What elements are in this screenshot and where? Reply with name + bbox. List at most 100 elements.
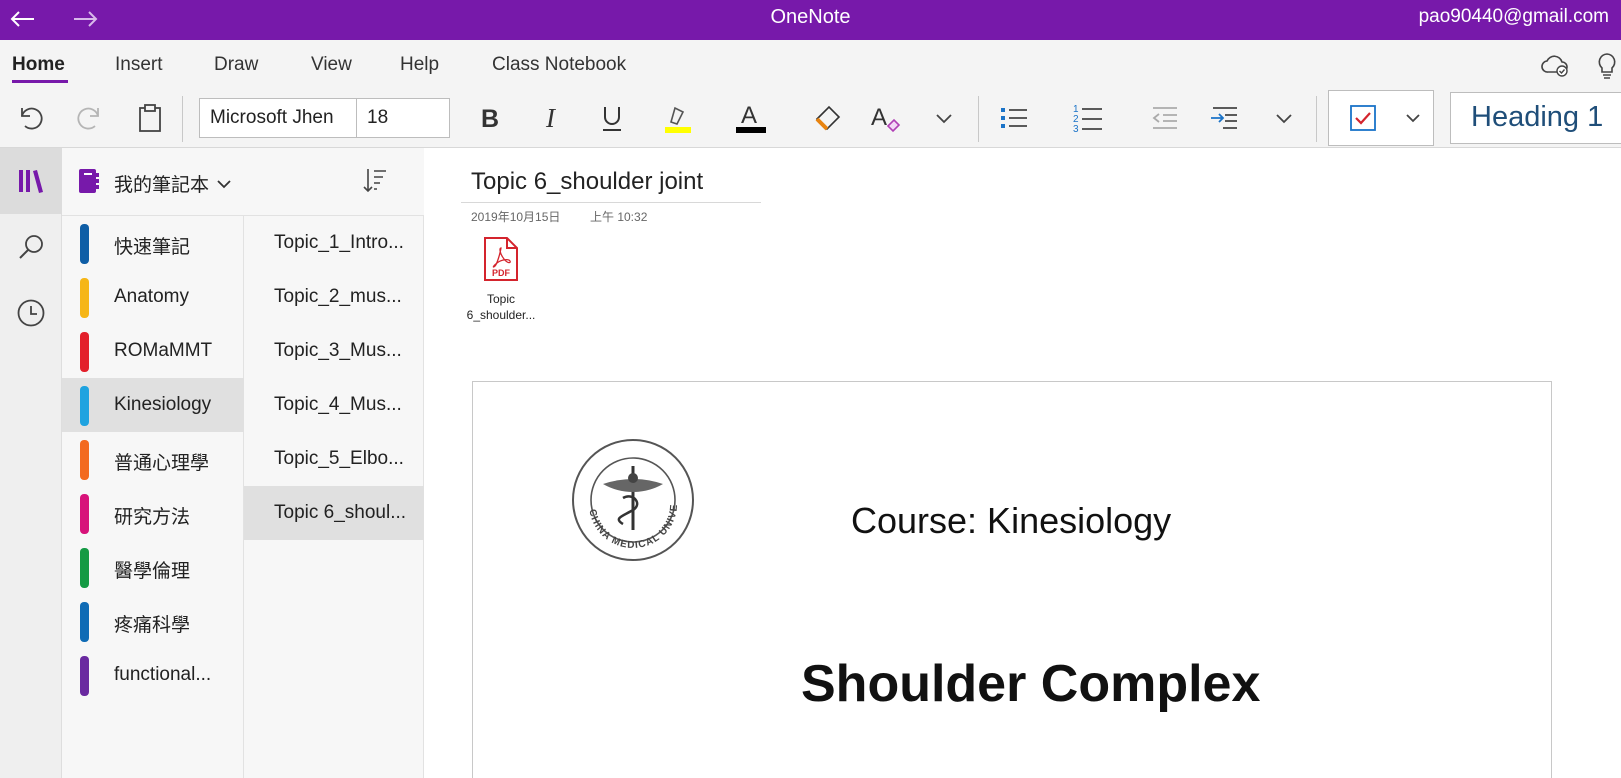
tab-draw[interactable]: Draw	[214, 54, 258, 76]
highlighter-icon	[665, 106, 691, 133]
numbered-list-icon: 123	[1073, 104, 1102, 134]
page-item[interactable]: Topic_4_Mus...	[244, 378, 424, 432]
page-date: 2019年10月15日	[471, 210, 561, 224]
clear-formatting-button[interactable]: A	[866, 98, 906, 138]
more-paragraph-options-button[interactable]	[1266, 98, 1302, 138]
section-label: 研究方法	[114, 507, 191, 528]
page-item[interactable]: Topic_3_Mus...	[244, 324, 424, 378]
decrease-indent-button[interactable]	[1144, 98, 1184, 138]
section-item[interactable]: ROMaMMT	[62, 324, 244, 378]
redo-button[interactable]	[70, 98, 110, 138]
sort-button[interactable]	[362, 166, 388, 199]
underline-icon	[603, 107, 621, 131]
search-icon	[19, 235, 43, 259]
paste-button[interactable]	[130, 98, 170, 138]
clock-icon	[17, 299, 45, 327]
home-toolbar: Microsoft Jhen 18 B I A A 123 Heading 1	[0, 88, 1621, 148]
chevron-down-icon	[1406, 114, 1420, 123]
svg-text:I: I	[545, 104, 557, 132]
sync-status-button[interactable]	[1540, 52, 1570, 83]
pdf-attachment[interactable]: PDF Topic 6_shoulder...	[461, 236, 541, 323]
chevron-down-icon	[1276, 114, 1292, 124]
section-label: 醫學倫理	[114, 561, 191, 582]
notebooks-icon	[19, 170, 43, 193]
format-painter-button[interactable]	[808, 98, 848, 138]
pdf-slide-printout: CHINA MEDICAL UNIVERSITY Course: Kinesio…	[472, 381, 1552, 778]
section-item[interactable]: 研究方法	[62, 486, 244, 540]
svg-text:A: A	[871, 104, 887, 131]
notebook-name: 我的筆記本	[114, 175, 210, 196]
page-label: Topic_5_Elbo...	[274, 448, 404, 469]
section-label: Anatomy	[114, 286, 189, 307]
numbering-button[interactable]: 123	[1068, 98, 1108, 138]
page-item[interactable]: Topic_1_Intro...	[244, 216, 424, 270]
search-button[interactable]	[0, 214, 62, 280]
clipboard-icon	[139, 104, 161, 132]
tab-class-notebook[interactable]: Class Notebook	[492, 54, 626, 76]
section-item[interactable]: functional...	[62, 648, 244, 702]
style-gallery-heading-1[interactable]: Heading 1	[1450, 92, 1621, 144]
bold-icon: B	[481, 105, 499, 132]
more-font-options-button[interactable]	[926, 98, 962, 138]
page-list: Topic_1_Intro... Topic_2_mus... Topic_3_…	[244, 216, 424, 778]
tags-dropdown-button[interactable]	[1395, 98, 1431, 138]
section-label: 疼痛科學	[114, 615, 191, 636]
undo-button[interactable]	[10, 98, 50, 138]
divider	[182, 96, 183, 142]
page-time: 上午 10:32	[590, 210, 648, 224]
font-color-icon: A	[736, 102, 766, 133]
page-item[interactable]: Topic_5_Elbo...	[244, 432, 424, 486]
title-bar: OneNote pao90440@gmail.com	[0, 0, 1621, 40]
pdf-file-icon: PDF	[484, 237, 518, 281]
svg-text:B: B	[481, 105, 499, 132]
increase-indent-button[interactable]	[1204, 98, 1244, 138]
section-color-tab	[80, 602, 89, 642]
page-label: Topic_2_mus...	[274, 286, 402, 307]
underline-button[interactable]	[592, 98, 632, 138]
page-label: Topic_1_Intro...	[274, 232, 404, 253]
font-size-field[interactable]: 18	[356, 98, 450, 138]
italic-button[interactable]: I	[532, 98, 572, 138]
lightbulb-icon	[1598, 53, 1616, 79]
cloud-check-icon	[1541, 55, 1568, 77]
recent-notes-button[interactable]	[0, 280, 62, 346]
tab-insert[interactable]: Insert	[115, 54, 163, 76]
section-item[interactable]: 普通心理學	[62, 432, 244, 486]
page-item[interactable]: Topic_2_mus...	[244, 270, 424, 324]
section-label: 快速筆記	[114, 237, 191, 258]
section-item[interactable]: 快速筆記	[62, 216, 244, 270]
section-item[interactable]: Anatomy	[62, 270, 244, 324]
section-color-tab	[80, 278, 89, 318]
page-item-selected[interactable]: Topic 6_shoul...	[244, 486, 424, 540]
ribbon-tabs: Home Insert Draw View Help Class Noteboo…	[0, 40, 1621, 88]
section-item-selected[interactable]: Kinesiology	[62, 378, 244, 432]
page-label: Topic_3_Mus...	[274, 340, 402, 361]
divider	[978, 96, 979, 142]
todo-tag-button[interactable]	[1343, 98, 1383, 138]
highlight-button[interactable]	[655, 98, 699, 138]
navigation-rail	[0, 148, 62, 778]
page-canvas[interactable]: Topic 6_shoulder joint 2019年10月15日 上午 10…	[425, 148, 1621, 778]
app-title: OneNote	[770, 6, 851, 28]
page-title[interactable]: Topic 6_shoulder joint	[471, 168, 703, 196]
bold-button[interactable]: B	[470, 98, 510, 138]
todo-tag-group	[1328, 90, 1434, 146]
section-item[interactable]: 醫學倫理	[62, 540, 244, 594]
notebooks-button[interactable]	[0, 148, 62, 214]
font-name-field[interactable]: Microsoft Jhen	[199, 98, 357, 138]
active-tab-indicator	[12, 80, 68, 83]
tab-view[interactable]: View	[311, 54, 352, 76]
font-color-button[interactable]: A	[728, 98, 772, 138]
account-email[interactable]: pao90440@gmail.com	[1419, 6, 1609, 28]
tab-help[interactable]: Help	[400, 54, 439, 76]
notebook-picker[interactable]: 我的筆記本	[62, 148, 424, 216]
tell-me-button[interactable]	[1596, 52, 1618, 85]
tab-home[interactable]: Home	[12, 54, 65, 76]
section-color-tab	[80, 548, 89, 588]
section-item[interactable]: 疼痛科學	[62, 594, 244, 648]
bullets-button[interactable]	[994, 98, 1034, 138]
bullet-list-icon	[1001, 108, 1027, 128]
page-label: Topic_4_Mus...	[274, 394, 402, 415]
clear-formatting-icon: A	[871, 104, 901, 133]
attachment-caption: Topic 6_shoulder...	[461, 291, 541, 323]
